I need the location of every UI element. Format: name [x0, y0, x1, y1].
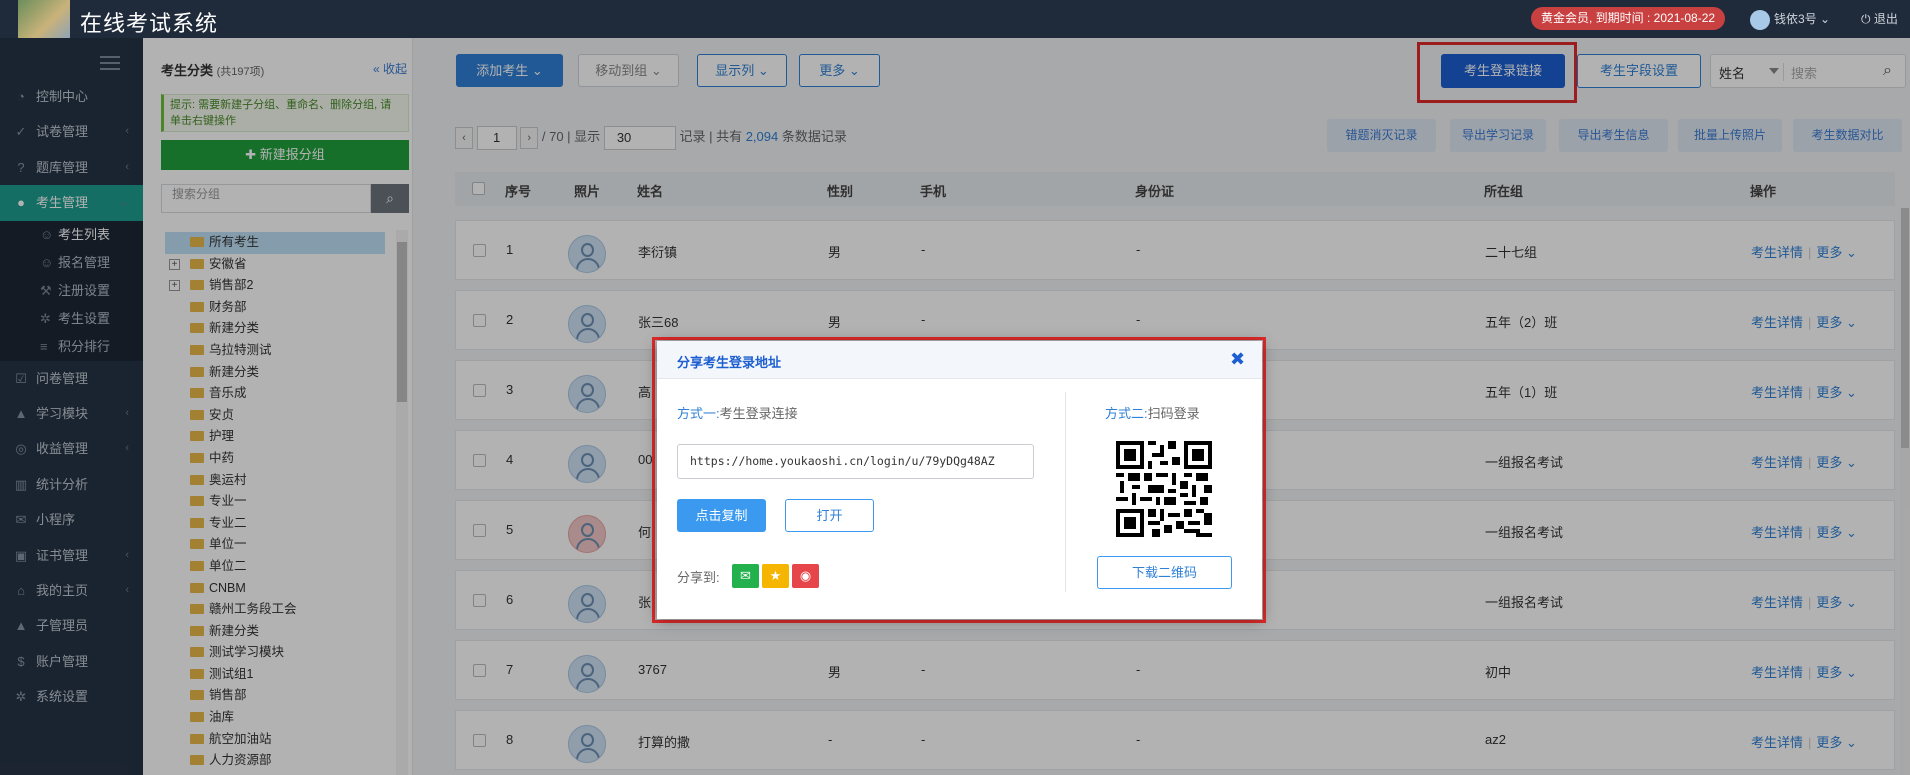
weibo-icon[interactable]: ◉ — [792, 564, 819, 588]
modal-title: 分享考生登录地址 — [677, 355, 782, 370]
logout-button[interactable]: ⏻ 退出 — [1861, 8, 1898, 30]
method2-value: 扫码登录 — [1147, 406, 1200, 421]
power-icon: ⏻ — [1861, 12, 1871, 26]
wechat-icon[interactable]: ✉ — [732, 564, 759, 588]
login-url-field[interactable]: https://home.youkaoshi.cn/login/u/79yDQg… — [677, 444, 1034, 479]
method1-label: 方式一:考生登录连接 — [677, 403, 798, 422]
download-qr-button[interactable]: 下载二维码 — [1097, 556, 1232, 589]
logout-label: 退出 — [1873, 12, 1898, 26]
modal-header: 分享考生登录地址 ✖ — [657, 341, 1262, 379]
method1-value: 考生登录连接 — [719, 406, 798, 421]
share-label: 分享到: — [677, 570, 720, 585]
method1-key: 方式一: — [677, 406, 720, 421]
copy-button[interactable]: 点击复制 — [677, 499, 766, 532]
app-title: 在线考试系统 — [80, 11, 219, 36]
modal-divider — [1065, 392, 1066, 592]
avatar — [1750, 9, 1770, 30]
qzone-icon[interactable]: ★ — [762, 564, 789, 588]
logo — [18, 0, 70, 38]
vip-badge: 黄金会员, 到期时间 : 2021-08-22 — [1531, 7, 1726, 30]
share-login-modal: 分享考生登录地址 ✖ 方式一:考生登录连接 https://home.youka… — [657, 341, 1262, 619]
method2-label: 方式二:扫码登录 — [1105, 403, 1200, 422]
qr-code — [1116, 441, 1212, 537]
method2-key: 方式二: — [1105, 406, 1148, 421]
open-button[interactable]: 打开 — [785, 499, 874, 532]
chevron-down-icon: ⌄ — [1820, 12, 1831, 26]
user-menu[interactable]: 钱依3号 ⌄ — [1750, 8, 1830, 30]
close-icon[interactable]: ✖ — [1230, 349, 1245, 370]
top-bar: 在线考试系统 黄金会员, 到期时间 : 2021-08-22 钱依3号 ⌄ ⏻ … — [0, 0, 1910, 38]
qr-code-graphic — [1116, 441, 1212, 537]
username: 钱依3号 — [1774, 12, 1817, 26]
